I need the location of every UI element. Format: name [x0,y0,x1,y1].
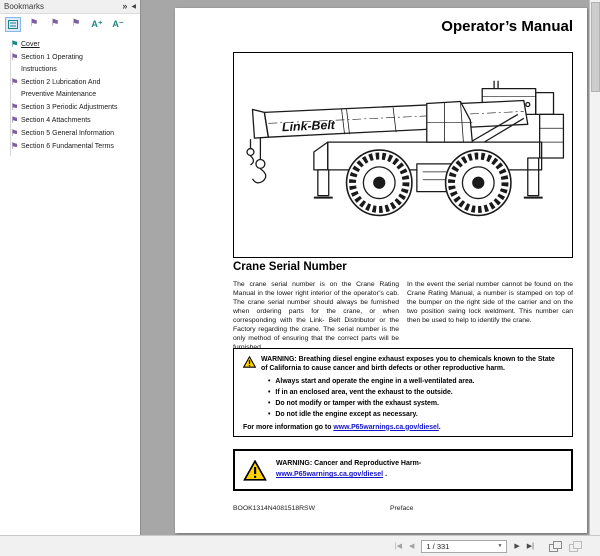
p65-warnings-link[interactable]: www.P65warnings.ca.gov/diesel [333,424,438,431]
page-number-value: 1 / 331 [426,541,450,551]
bullet-icon: • [268,399,271,407]
list-panel-icon [8,19,18,29]
footer-section-name: Preface [390,505,414,512]
bookmark-flag-icon: ⚑ [10,141,19,151]
warning-footer-suffix: . [438,423,441,431]
bullet-text: Always start and operate the engine in a… [275,377,475,385]
page-number-combobox[interactable]: 1 / 331 ▼ [421,539,508,553]
decrease-text-size-icon[interactable]: A⁻ [110,17,126,32]
next-page-button[interactable]: ▶ [514,543,519,550]
warning-label: WARNING: [261,356,297,363]
bookmark-item-section-1[interactable]: ⚑ Section 1 Operating Instructions [8,52,138,76]
bullet-text: If in an enclosed area, vent the exhaust… [275,388,453,396]
bookmark-label: Section 5 General Information [21,130,114,137]
warning-footer-prefix: For more information go to [243,423,334,431]
warning-intro-text: Breathing diesel engine exhaust exposes … [261,356,555,373]
bookmark-item-section-4[interactable]: ⚑ Section 4 Attachments [8,115,138,127]
previous-page-button[interactable]: ◀ [409,543,414,550]
pdf-page: Operator’s Manual Link-Belt Crane Serial… [175,8,587,533]
vertical-scrollbar[interactable] [589,0,600,535]
bookmarks-panel: Bookmarks » ◀ ⚑ ⚑ ⚑ A⁺ A⁻ ⚑ Cover ⚑ Sect… [0,0,141,535]
warning-bullet-item: • Do not idle the engine except as neces… [268,411,563,420]
collapse-panel-icon[interactable]: ◀ [131,4,136,10]
warning-triangle-icon [243,459,267,481]
body-text-left: The crane serial number is on the Crane … [233,281,399,351]
bookmark-label: Cover [21,41,40,48]
bookmarks-toolbar: ⚑ ⚑ ⚑ A⁺ A⁻ [0,14,140,34]
warning-bullet-item: • Do not modify or tamper with the exhau… [268,400,563,409]
body-text-right: In the event the serial number cannot be… [407,281,573,325]
bookmark-flag-icon: ⚑ [10,102,19,112]
bookmark-item-cover[interactable]: ⚑ Cover [8,39,138,51]
status-bar: |◀ ◀ 1 / 331 ▼ ▶ ▶| [0,535,600,556]
warning-bullet-item: • If in an enclosed area, vent the exhau… [268,389,563,398]
expand-collapse-all-icon[interactable] [5,16,21,32]
page-footer: BOOK1314N4081518RSW Preface [233,505,573,517]
next-view-button[interactable] [569,540,582,552]
diesel-exhaust-warning-box: WARNING: Breathing diesel engine exhaust … [233,348,573,437]
bookmark-item-section-2[interactable]: ⚑ Section 2 Lubrication And Preventive M… [8,77,138,101]
crane-line-art: Link-Belt [246,80,565,217]
bookmark-flag-icon: ⚑ [10,39,19,49]
edit-bookmark-icon[interactable]: ⚑ [47,17,63,32]
warning-label: WARNING: [276,460,313,468]
new-bookmark-icon[interactable]: ⚑ [26,17,42,32]
bullet-text: Do not modify or tamper with the exhaust… [275,399,439,407]
bookmarks-panel-title: Bookmarks [4,2,45,11]
bookmark-label: Section 4 Attachments [21,117,91,124]
warning-suffix: . [383,471,388,478]
section-heading: Crane Serial Number [233,261,347,273]
crane-figure: Link-Belt [233,52,573,258]
first-page-button[interactable]: |◀ [395,543,402,550]
panel-menu-icon[interactable]: » [122,2,127,11]
last-page-button[interactable]: ▶| [527,543,534,550]
bookmark-flag-icon: ⚑ [10,77,19,87]
bullet-icon: • [268,388,271,396]
book-number: BOOK1314N4081518RSW [233,505,315,512]
bookmark-label: Section 3 Periodic Adjustments [21,104,118,111]
bookmark-label: Section 6 Fundamental Terms [21,143,114,150]
bookmark-item-section-3[interactable]: ⚑ Section 3 Periodic Adjustments [8,102,138,114]
bookmark-tree: ⚑ Cover ⚑ Section 1 Operating Instructio… [0,34,140,156]
bookmarks-panel-header: Bookmarks » ◀ [0,0,140,14]
increase-text-size-icon[interactable]: A⁺ [89,17,105,32]
warning-footer-line: For more information go to www.P65warnin… [243,424,563,431]
bookmark-label: Section 2 Lubrication And Preventive Mai… [21,79,101,98]
bullet-text: Do not idle the engine except as necessa… [275,411,418,418]
warning-bullet-list: • Always start and operate the engine in… [268,378,563,420]
bullet-icon: • [268,377,271,385]
body-text-columns: The crane serial number is on the Crane … [233,280,573,352]
doc-header-title: Operator’s Manual [441,18,573,35]
previous-view-button[interactable] [549,540,562,552]
bookmark-flag-icon: ⚑ [10,128,19,138]
cancer-warning-box: WARNING: Cancer and Reproductive Harm- ww… [233,449,573,491]
caret-down-icon: ▼ [497,543,503,549]
warning-triangle-icon [243,356,256,368]
bookmark-item-section-6[interactable]: ⚑ Section 6 Fundamental Terms [8,141,138,153]
scrollbar-thumb[interactable] [591,2,600,92]
bookmark-label: Section 1 Operating Instructions [21,54,83,73]
warning-bullet-item: • Always start and operate the engine in… [268,378,563,387]
bookmark-flag-icon: ⚑ [10,52,19,62]
document-area: Operator’s Manual Link-Belt Crane Serial… [141,0,600,535]
warning-text: Cancer and Reproductive Harm- [314,460,422,468]
pdf-viewer-app: Bookmarks » ◀ ⚑ ⚑ ⚑ A⁺ A⁻ ⚑ Cover ⚑ Sect… [0,0,600,556]
bookmark-flag-icon: ⚑ [10,115,19,125]
delete-bookmark-icon[interactable]: ⚑ [68,17,84,32]
crane-brand-text: Link-Belt [282,118,336,134]
bookmark-item-section-5[interactable]: ⚑ Section 5 General Information [8,128,138,140]
p65-warnings-link[interactable]: www.P65warnings.ca.gov/diesel [276,471,383,478]
bullet-icon: • [268,411,271,418]
